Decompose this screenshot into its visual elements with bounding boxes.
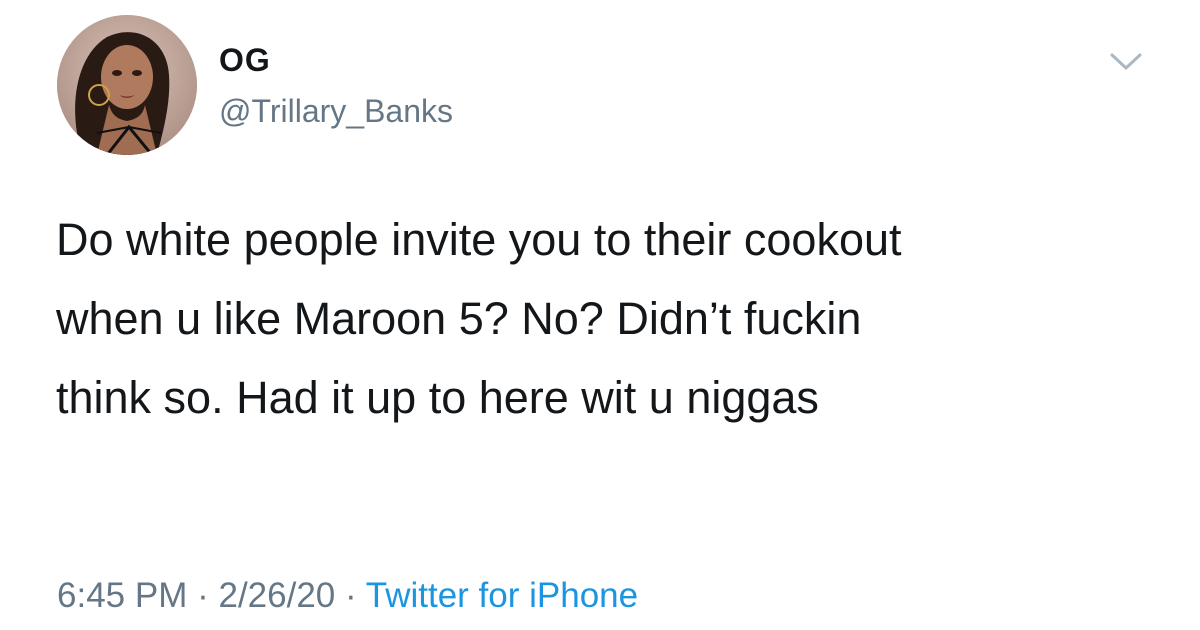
tweet-text-line: think so. Had it up to here wit u niggas: [56, 372, 819, 423]
avatar[interactable]: [57, 15, 197, 155]
tweet-card: OG @Trillary_Banks Do white people invit…: [0, 0, 1200, 630]
display-name[interactable]: OG: [219, 44, 271, 76]
tweet-text-line: Do white people invite you to their cook…: [56, 214, 902, 265]
separator: ·: [345, 576, 357, 615]
chevron-down-icon[interactable]: [1106, 46, 1146, 76]
tweet-source-link[interactable]: Twitter for iPhone: [366, 576, 638, 615]
tweet-text: Do white people invite you to their cook…: [56, 200, 1176, 437]
user-handle[interactable]: @Trillary_Banks: [219, 95, 453, 127]
tweet-time[interactable]: 6:45 PM: [57, 576, 187, 615]
separator: ·: [197, 576, 209, 615]
profile-photo-icon: [57, 15, 197, 155]
tweet-date[interactable]: 2/26/20: [218, 576, 335, 615]
tweet-metadata: 6:45 PM · 2/26/20 · Twitter for iPhone: [57, 578, 638, 613]
tweet-text-line: when u like Maroon 5? No? Didn’t fuckin: [56, 293, 862, 344]
